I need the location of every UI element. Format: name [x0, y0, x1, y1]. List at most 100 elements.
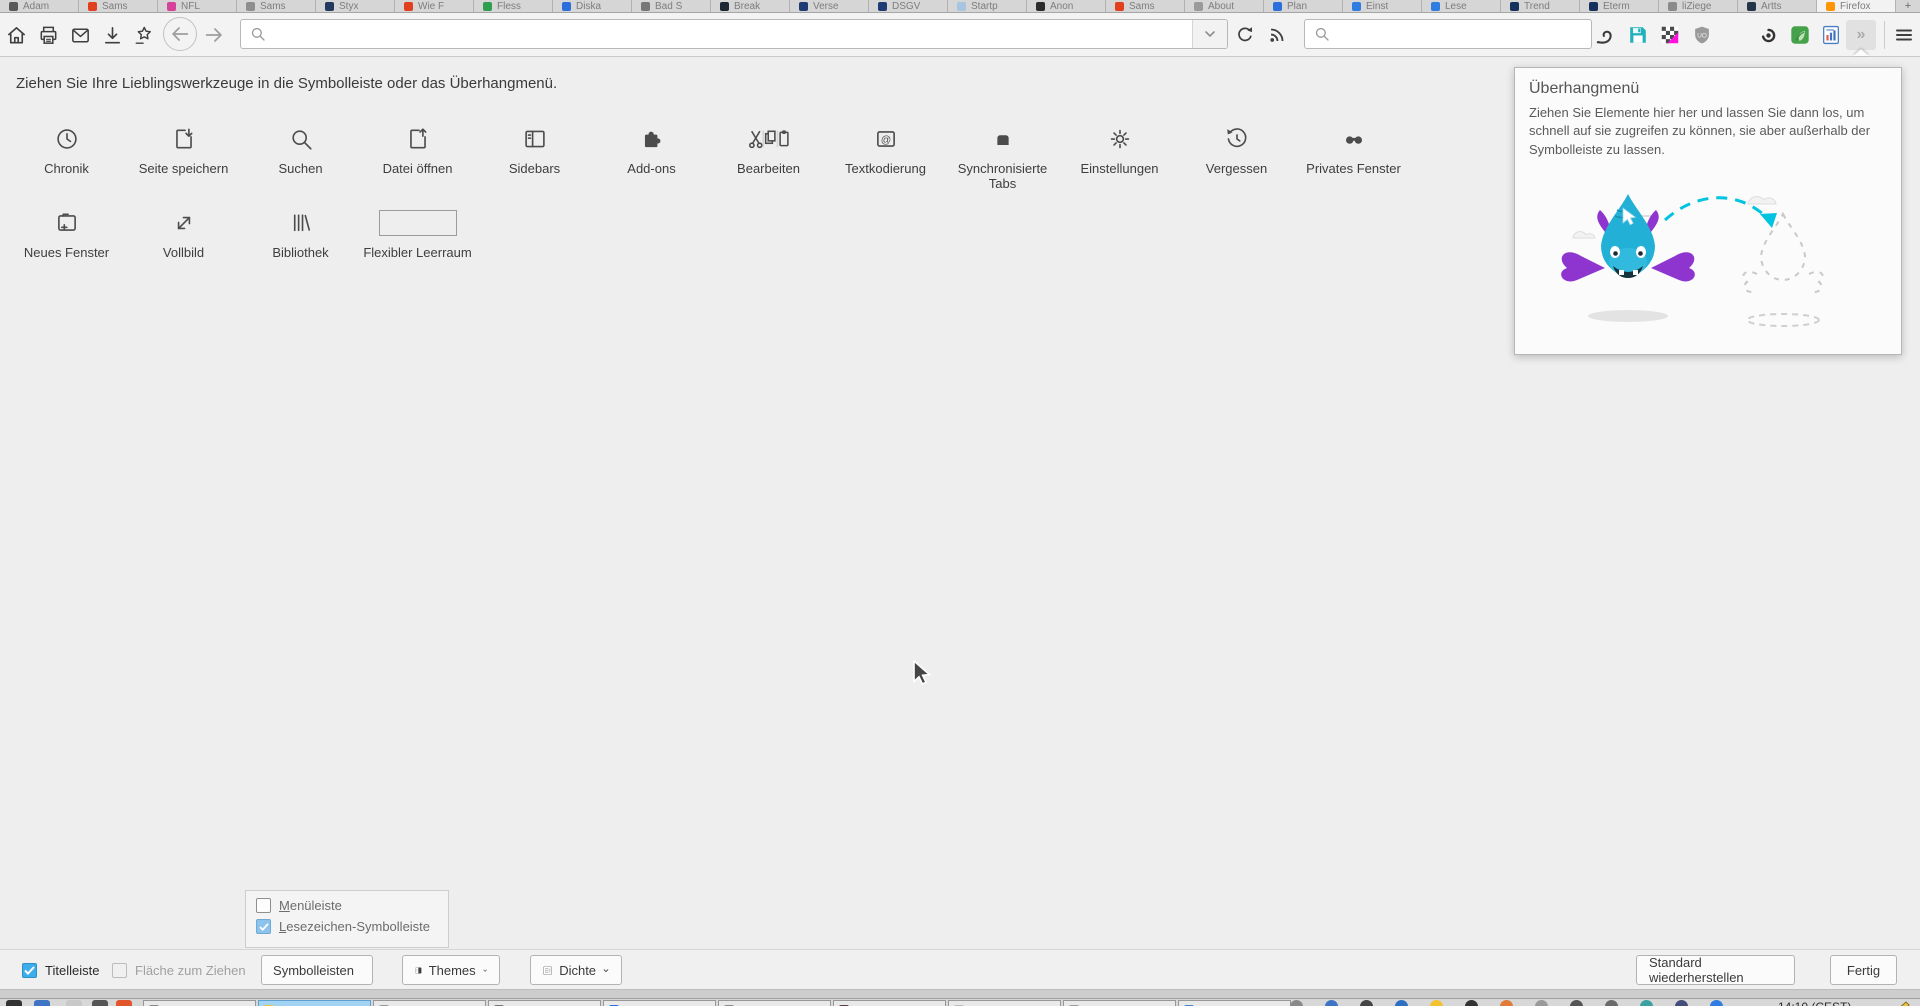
tray-icon[interactable]	[1675, 1000, 1688, 1006]
palette-item[interactable]: Einstellungen	[1061, 121, 1178, 191]
tab[interactable]: Styx	[316, 0, 395, 12]
swirl-extension-icon[interactable]	[1756, 23, 1780, 47]
tray-icon[interactable]	[1500, 1000, 1513, 1006]
taskbar-window-button[interactable]	[833, 1000, 946, 1006]
palette-item[interactable]: Bibliothek	[242, 205, 359, 260]
tab[interactable]: DSGV	[869, 0, 948, 12]
toolbars-dropdown-button[interactable]: Symbolleisten	[261, 955, 373, 985]
palette-item[interactable]: Chronik	[8, 121, 125, 191]
palette-item[interactable]: Synchronisierte Tabs	[944, 121, 1061, 191]
palette-item[interactable]: Datei öffnen	[359, 121, 476, 191]
tray-icon[interactable]	[1605, 1000, 1618, 1006]
palette-item[interactable]: Add-ons	[593, 121, 710, 191]
tray-icon[interactable]	[1570, 1000, 1583, 1006]
palette-item[interactable]: Neues Fenster	[8, 205, 125, 260]
print-icon[interactable]	[36, 23, 60, 47]
palette-item[interactable]: Vollbild	[125, 205, 242, 260]
tray-icon[interactable]	[1430, 1000, 1443, 1006]
tab[interactable]: Anon	[1027, 0, 1106, 12]
taskbar-launcher-icon[interactable]	[34, 1000, 50, 1006]
taskbar-window-button[interactable]	[603, 1000, 716, 1006]
taskbar-window-button[interactable]	[258, 1000, 371, 1006]
tab[interactable]: Adam	[0, 0, 79, 12]
tab[interactable]: Artts	[1738, 0, 1817, 12]
tab[interactable]: Diska	[553, 0, 632, 12]
done-button[interactable]: Fertig	[1830, 955, 1897, 985]
ublock-shield-icon[interactable]: UO	[1690, 23, 1714, 47]
palette-item[interactable]: Bearbeiten	[710, 121, 827, 191]
tab[interactable]: Fless	[474, 0, 553, 12]
taskbar-launcher-icon[interactable]	[92, 1000, 108, 1006]
tab[interactable]: Trend	[1501, 0, 1580, 12]
tray-icon[interactable]	[1465, 1000, 1478, 1006]
forward-button[interactable]	[202, 23, 226, 47]
tab[interactable]: liZiege	[1659, 0, 1738, 12]
tray-icon[interactable]	[1395, 1000, 1408, 1006]
popup-menu-item[interactable]: Menüleiste	[246, 895, 448, 916]
taskbar-window-button[interactable]	[143, 1000, 256, 1006]
palette-item[interactable]: Suchen	[242, 121, 359, 191]
palette-item[interactable]: Seite speichern	[125, 121, 242, 191]
palette-item[interactable]: Sidebars	[476, 121, 593, 191]
tab[interactable]: Break	[711, 0, 790, 12]
palette-item[interactable]: Vergessen	[1178, 121, 1295, 191]
menu-hamburger-icon[interactable]	[1892, 23, 1916, 47]
tab[interactable]: Lese	[1422, 0, 1501, 12]
tab[interactable]: Eterm	[1580, 0, 1659, 12]
tab[interactable]: Bad S	[632, 0, 711, 12]
tray-icon[interactable]	[1710, 1000, 1723, 1006]
floppy-extension-icon[interactable]	[1626, 23, 1650, 47]
taskbar-window-button[interactable]	[1063, 1000, 1176, 1006]
checkbox-checked-icon[interactable]	[256, 919, 271, 934]
themes-dropdown-button[interactable]: Themes	[402, 955, 500, 985]
home-icon[interactable]	[4, 23, 28, 47]
taskbar-launcher-icon[interactable]	[116, 1000, 132, 1006]
tab-active[interactable]: Firefox	[1817, 0, 1896, 12]
taskbar-pencil-icon[interactable]	[1894, 1000, 1910, 1006]
tray-icon[interactable]	[1325, 1000, 1338, 1006]
tab[interactable]: About	[1185, 0, 1264, 12]
tray-icon[interactable]	[1535, 1000, 1548, 1006]
tab[interactable]: NFL	[158, 0, 237, 12]
tab[interactable]: Wie F	[395, 0, 474, 12]
checkbox-checked-icon[interactable]	[22, 962, 37, 978]
new-tab-button[interactable]: +	[1896, 0, 1920, 12]
taskbar-launcher-icon[interactable]	[66, 1000, 82, 1006]
checker-extension-icon[interactable]	[1658, 23, 1682, 47]
rss-icon[interactable]	[1265, 23, 1289, 47]
popup-menu-item[interactable]: Lesezeichen-Symbolleiste	[246, 916, 448, 937]
palette-item[interactable]: Flexibler Leerraum	[359, 205, 476, 260]
tab[interactable]: Plan	[1264, 0, 1343, 12]
tab[interactable]: Sams	[1106, 0, 1185, 12]
mail-icon[interactable]	[68, 23, 92, 47]
search-bar[interactable]	[1304, 19, 1592, 49]
taskbar-window-button[interactable]	[373, 1000, 486, 1006]
tray-icon[interactable]	[1290, 1000, 1303, 1006]
taskbar-window-button[interactable]	[1178, 1000, 1291, 1006]
bookmark-star-icon[interactable]	[131, 23, 155, 47]
download-icon[interactable]	[100, 23, 124, 47]
palette-item[interactable]: @ Textkodierung	[827, 121, 944, 191]
url-bar[interactable]	[240, 19, 1228, 49]
taskbar-window-button[interactable]	[948, 1000, 1061, 1006]
tray-icon[interactable]	[1360, 1000, 1373, 1006]
tab[interactable]: Verse	[790, 0, 869, 12]
tray-icon[interactable]	[1640, 1000, 1653, 1006]
urlbar-dropdown-button[interactable]	[1192, 20, 1227, 48]
restore-defaults-button[interactable]: Standard wiederherstellen	[1636, 955, 1795, 985]
tab[interactable]: Einst	[1343, 0, 1422, 12]
drag-space-toggle[interactable]: Fläche zum Ziehen	[112, 950, 246, 990]
taskbar-launcher-icon[interactable]	[6, 1000, 22, 1006]
back-button[interactable]	[163, 17, 197, 51]
overflow-menu-button[interactable]: »	[1846, 20, 1876, 50]
leaf-extension-icon[interactable]	[1788, 23, 1812, 47]
tab[interactable]: Startp	[948, 0, 1027, 12]
tab[interactable]: Sams	[79, 0, 158, 12]
titlebar-toggle[interactable]: Titelleiste	[22, 950, 99, 990]
chart-extension-icon[interactable]	[1819, 23, 1843, 47]
reload-icon[interactable]	[1233, 23, 1257, 47]
taskbar-window-button[interactable]	[488, 1000, 601, 1006]
swoosh-extension-icon[interactable]	[1594, 23, 1618, 47]
taskbar-window-button[interactable]	[718, 1000, 831, 1006]
checkbox-unchecked-icon[interactable]	[112, 962, 127, 978]
